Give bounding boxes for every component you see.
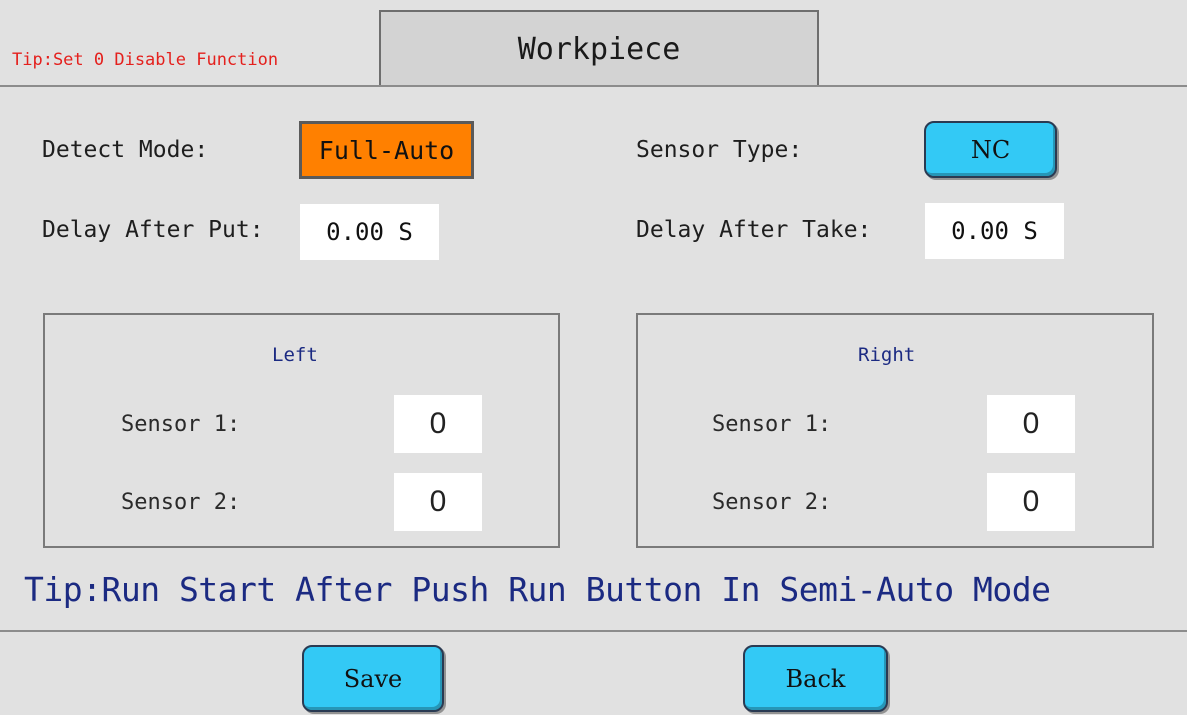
- save-button-label: Save: [343, 664, 403, 693]
- left-sensor1-field[interactable]: 0: [394, 395, 482, 453]
- delay-after-take-label: Delay After Take:: [636, 217, 872, 243]
- detect-mode-button[interactable]: Full-Auto: [299, 121, 474, 179]
- sensor-type-button[interactable]: NC: [924, 121, 1057, 178]
- left-sensor2-value: 0: [429, 485, 447, 518]
- back-button-label: Back: [785, 664, 846, 693]
- delay-after-take-value: 0.00 S: [951, 217, 1038, 245]
- left-sensor-group: Left Sensor 1: 0 Sensor 2: 0: [43, 313, 560, 548]
- left-sensor1-label: Sensor 1:: [121, 412, 241, 437]
- footer-divider: [0, 630, 1187, 632]
- right-sensor-group: Right Sensor 1: 0 Sensor 2: 0: [636, 313, 1154, 548]
- header-divider: [0, 85, 1187, 87]
- semi-auto-tip: Tip:Run Start After Push Run Button In S…: [24, 570, 1051, 609]
- left-sensor2-label: Sensor 2:: [121, 490, 241, 515]
- delay-after-take-field[interactable]: 0.00 S: [925, 203, 1064, 259]
- right-sensor2-field[interactable]: 0: [987, 473, 1075, 531]
- back-button[interactable]: Back: [743, 645, 888, 712]
- sensor-type-label: Sensor Type:: [636, 137, 803, 163]
- right-sensor1-field[interactable]: 0: [987, 395, 1075, 453]
- left-sensor2-field[interactable]: 0: [394, 473, 482, 531]
- detect-mode-value: Full-Auto: [318, 135, 455, 165]
- detect-mode-label: Detect Mode:: [42, 137, 209, 163]
- save-button[interactable]: Save: [302, 645, 444, 712]
- disable-function-tip: Tip:Set 0 Disable Function: [12, 50, 279, 70]
- delay-after-put-label: Delay After Put:: [42, 217, 264, 243]
- left-group-title: Left: [272, 344, 318, 366]
- left-sensor1-value: 0: [429, 407, 447, 440]
- page-title: Workpiece: [379, 10, 819, 86]
- right-group-title: Right: [858, 344, 916, 366]
- sensor-type-value: NC: [970, 135, 1011, 164]
- delay-after-put-value: 0.00 S: [326, 218, 413, 246]
- page-title-text: Workpiece: [517, 31, 681, 67]
- right-sensor1-label: Sensor 1:: [712, 412, 832, 437]
- right-sensor1-value: 0: [1022, 407, 1040, 440]
- right-sensor2-label: Sensor 2:: [712, 490, 832, 515]
- delay-after-put-field[interactable]: 0.00 S: [300, 204, 439, 260]
- right-sensor2-value: 0: [1022, 485, 1040, 518]
